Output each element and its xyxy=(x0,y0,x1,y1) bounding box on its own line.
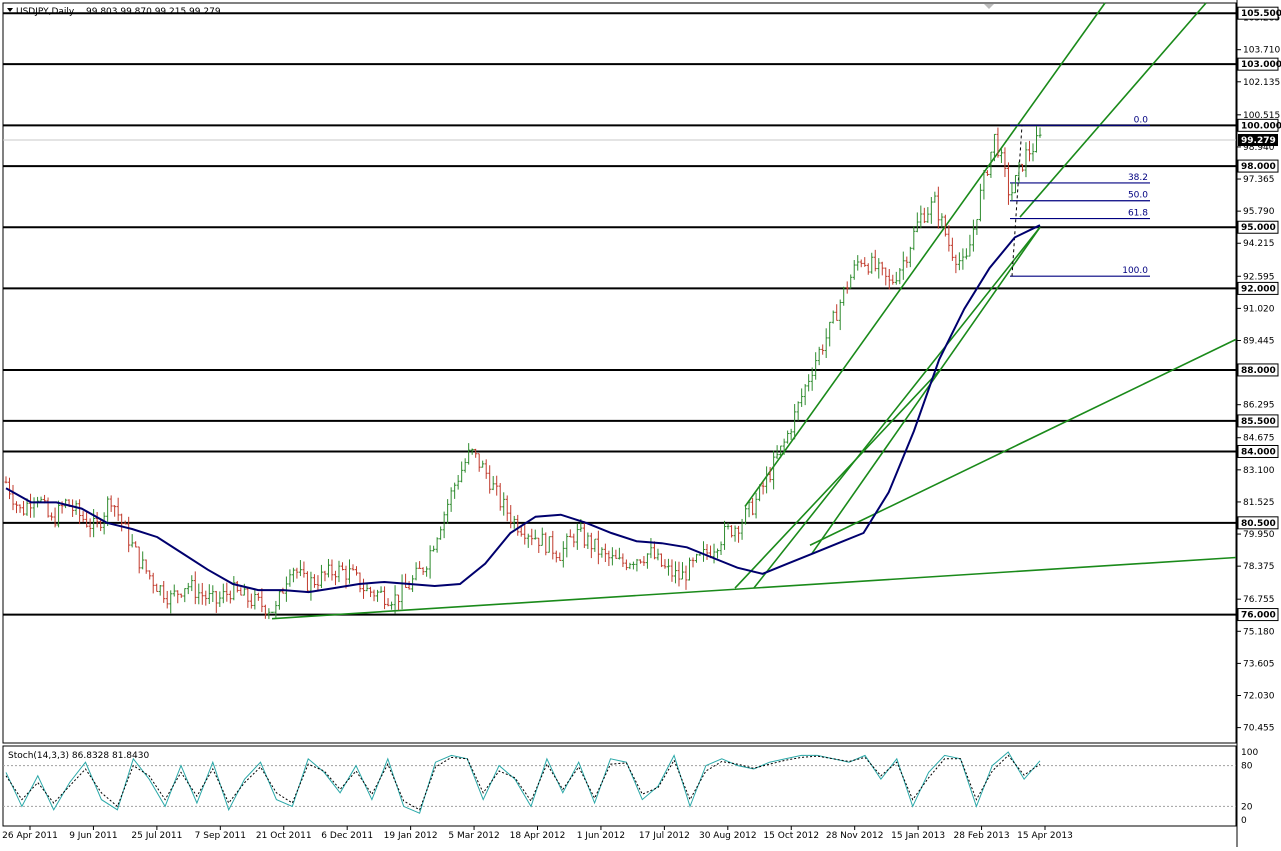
date-tick-label: 5 Mar 2012 xyxy=(448,831,499,841)
date-tick-label: 9 Jun 2011 xyxy=(69,831,117,841)
level-label: 76.000 xyxy=(1241,611,1276,621)
price-tick-label: 75.180 xyxy=(1243,627,1275,637)
date-tick-label: 25 Jul 2011 xyxy=(131,831,182,841)
fib-level-label: 0.0 xyxy=(1134,115,1149,125)
level-label: 80.500 xyxy=(1241,519,1276,529)
date-tick-label: 7 Sep 2011 xyxy=(195,831,246,841)
symbol-label: USDJPY,Daily xyxy=(16,7,75,17)
price-tick-label: 102.135 xyxy=(1243,78,1280,88)
price-tick-label: 72.030 xyxy=(1243,692,1275,702)
stoch-tick-label: 100 xyxy=(1241,748,1258,758)
date-tick-label: 28 Feb 2013 xyxy=(954,831,1010,841)
price-tick-label: 78.375 xyxy=(1243,562,1275,572)
price-tick-label: 94.215 xyxy=(1243,239,1275,249)
date-tick-label: 30 Aug 2012 xyxy=(699,831,757,841)
fib-level-label: 100.0 xyxy=(1122,266,1148,276)
level-label: 100.000 xyxy=(1241,121,1281,131)
price-tick-label: 70.455 xyxy=(1243,724,1275,734)
chart-window: 0.038.250.061.8100.0 10080200 105.285103… xyxy=(0,0,1281,847)
price-tick-label: 89.445 xyxy=(1243,336,1275,346)
level-label: 98.000 xyxy=(1241,162,1276,172)
date-tick-label: 21 Oct 2011 xyxy=(256,831,312,841)
level-label: 95.000 xyxy=(1241,223,1276,233)
fib-level-label: 61.8 xyxy=(1128,209,1148,219)
price-tick-label: 73.605 xyxy=(1243,659,1275,669)
price-tick-label: 84.675 xyxy=(1243,434,1275,444)
chart-canvas[interactable]: 0.038.250.061.8100.0 10080200 105.285103… xyxy=(0,0,1281,847)
level-label: 92.000 xyxy=(1241,284,1276,294)
level-label: 88.000 xyxy=(1241,366,1276,376)
date-tick-label: 28 Nov 2012 xyxy=(826,831,884,841)
price-tick-label: 103.710 xyxy=(1243,46,1280,56)
level-label: 103.000 xyxy=(1241,60,1281,70)
stoch-tick-label: 0 xyxy=(1241,816,1247,826)
date-tick-label: 17 Jul 2012 xyxy=(639,831,690,841)
level-label: 105.500 xyxy=(1241,9,1281,19)
price-tick-label: 95.790 xyxy=(1243,207,1275,217)
price-tick-label: 92.595 xyxy=(1243,272,1275,282)
price-tick-label: 76.755 xyxy=(1243,595,1275,605)
level-label: 84.000 xyxy=(1241,447,1276,457)
date-tick-label: 15 Oct 2012 xyxy=(763,831,819,841)
fib-level-label: 38.2 xyxy=(1128,173,1148,183)
price-tick-label: 83.100 xyxy=(1243,466,1275,476)
fib-level-label: 50.0 xyxy=(1128,191,1148,201)
current-price-label: 99.279 xyxy=(1241,136,1276,146)
date-tick-label: 1 Jun 2012 xyxy=(577,831,625,841)
price-tick-label: 91.020 xyxy=(1243,304,1275,314)
price-tick-label: 97.365 xyxy=(1243,175,1275,185)
date-tick-label: 6 Dec 2011 xyxy=(321,831,373,841)
price-tick-label: 79.950 xyxy=(1243,530,1275,540)
date-tick-label: 18 Apr 2012 xyxy=(510,831,566,841)
date-tick-label: 26 Apr 2011 xyxy=(2,831,58,841)
date-tick-label: 15 Jan 2013 xyxy=(891,831,945,841)
price-tick-label: 81.525 xyxy=(1243,498,1275,508)
stoch-tick-label: 80 xyxy=(1241,762,1253,772)
price-tick-label: 86.295 xyxy=(1243,401,1275,411)
stoch-label: Stoch(14,3,3) 86.8328 81.8430 xyxy=(8,751,149,761)
stoch-tick-label: 20 xyxy=(1241,802,1253,812)
date-tick-label: 19 Jan 2012 xyxy=(384,831,438,841)
date-tick-label: 15 Apr 2013 xyxy=(1017,831,1073,841)
ohlc-readout: 99.803 99.870 99.215 99.279 xyxy=(86,7,221,17)
level-label: 85.500 xyxy=(1241,417,1276,427)
